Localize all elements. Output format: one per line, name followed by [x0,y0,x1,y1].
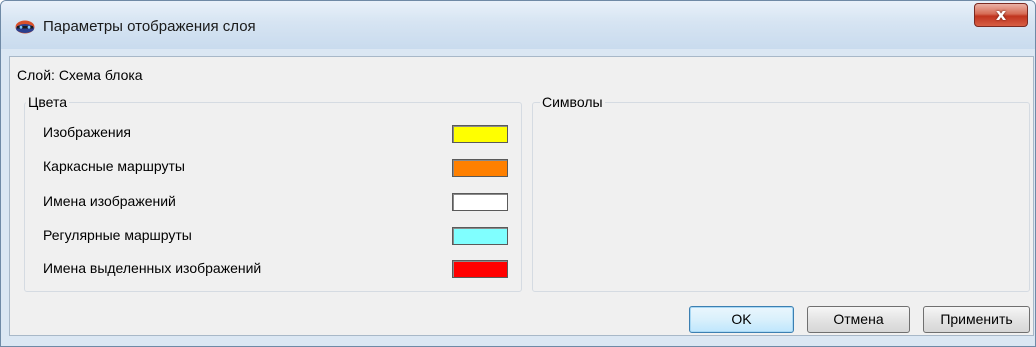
color-row-label-images: Изображения [43,124,131,140]
color-swatch-frame-routes[interactable] [452,159,508,177]
window-title: Параметры отображения слоя [43,18,256,35]
close-icon: x [995,5,1007,24]
close-button[interactable]: x [974,3,1028,27]
apply-button[interactable]: Применить [923,306,1030,333]
color-swatch-image-names[interactable] [452,193,508,211]
symbols-group [532,102,1030,292]
ok-button[interactable]: OK [689,306,794,333]
color-swatch-regular-routes[interactable] [452,227,508,245]
color-row-label-regular-routes: Регулярные маршруты [43,227,192,243]
app-icon [15,20,35,34]
dialog-window: Параметры отображения слоя x Слой: Схема… [0,0,1036,347]
title-bar[interactable]: Параметры отображения слоя x [1,1,1035,49]
color-swatch-images[interactable] [452,125,508,143]
color-row-label-selected-image-names: Имена выделенных изображений [43,260,262,276]
cancel-button[interactable]: Отмена [807,306,910,333]
color-row-label-image-names: Имена изображений [43,193,176,209]
layer-label: Слой: Схема блока [17,67,143,83]
color-swatch-selected-image-names[interactable] [452,260,508,278]
color-row-label-frame-routes: Каркасные маршруты [43,158,185,174]
colors-group-title: Цвета [26,94,69,110]
symbols-group-title: Символы [540,94,605,110]
